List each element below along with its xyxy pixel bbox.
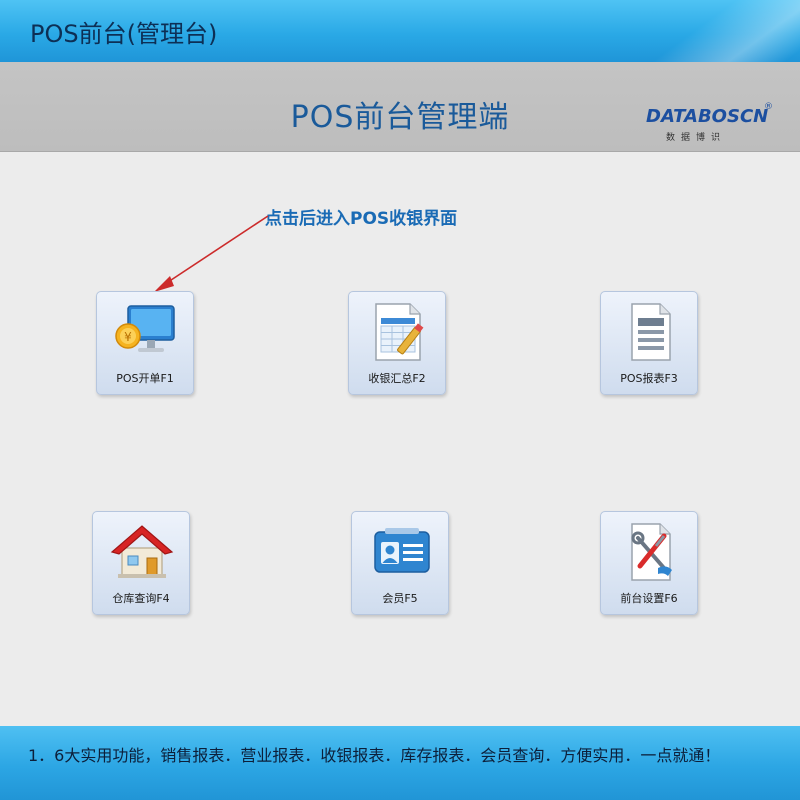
tools-settings-icon: [631, 523, 672, 581]
tile-label: POS开单F1: [116, 372, 174, 385]
spreadsheet-pencil-icon: [375, 303, 424, 361]
brand-logo: DATABOSCN ® 数据博识: [646, 102, 776, 146]
tile-label: 收银汇总F2: [368, 372, 426, 385]
tile-warehouse-query[interactable]: 仓库查询F4: [92, 511, 190, 615]
computer-coin-icon: ¥: [115, 305, 175, 352]
tile-front-settings[interactable]: 前台设置F6: [600, 511, 698, 615]
tile-label: 仓库查询F4: [112, 592, 170, 605]
tile-label: 前台设置F6: [620, 592, 678, 605]
member-card-icon: [374, 528, 430, 573]
report-document-icon: [631, 303, 671, 361]
header-banner: POS前台管理端 DATABOSCN ® 数据博识: [0, 62, 800, 152]
footer-text: 1．6大实用功能，销售报表．营业报表．收银报表．库存报表．会员查询．方便实用．一…: [28, 746, 721, 765]
tile-label: 会员F5: [382, 592, 418, 605]
title-bar: POS前台(管理台): [0, 0, 800, 62]
svg-text:¥: ¥: [124, 330, 132, 344]
title-bar-shine: [574, 0, 800, 62]
tile-label: POS报表F3: [620, 372, 678, 385]
tile-pos-report[interactable]: POS报表F3: [600, 291, 698, 395]
hint-annotation: 点击后进入POS收银界面: [265, 209, 458, 229]
house-icon: [110, 525, 174, 578]
registered-mark: ®: [764, 102, 773, 112]
hint-arrow-icon: [154, 215, 269, 292]
brand-logo-subtitle: 数据博识: [666, 133, 727, 143]
footer-banner: 1．6大实用功能，销售报表．营业报表．收银报表．库存报表．会员查询．方便实用．一…: [0, 726, 800, 800]
tile-member[interactable]: 会员F5: [351, 511, 449, 615]
tile-pos-order[interactable]: ¥ POS开单F1: [96, 291, 194, 395]
tile-cashier-summary[interactable]: 收银汇总F2: [348, 291, 446, 395]
window-title: POS前台(管理台): [30, 20, 218, 48]
brand-logo-text: DATABOSCN: [646, 106, 769, 127]
